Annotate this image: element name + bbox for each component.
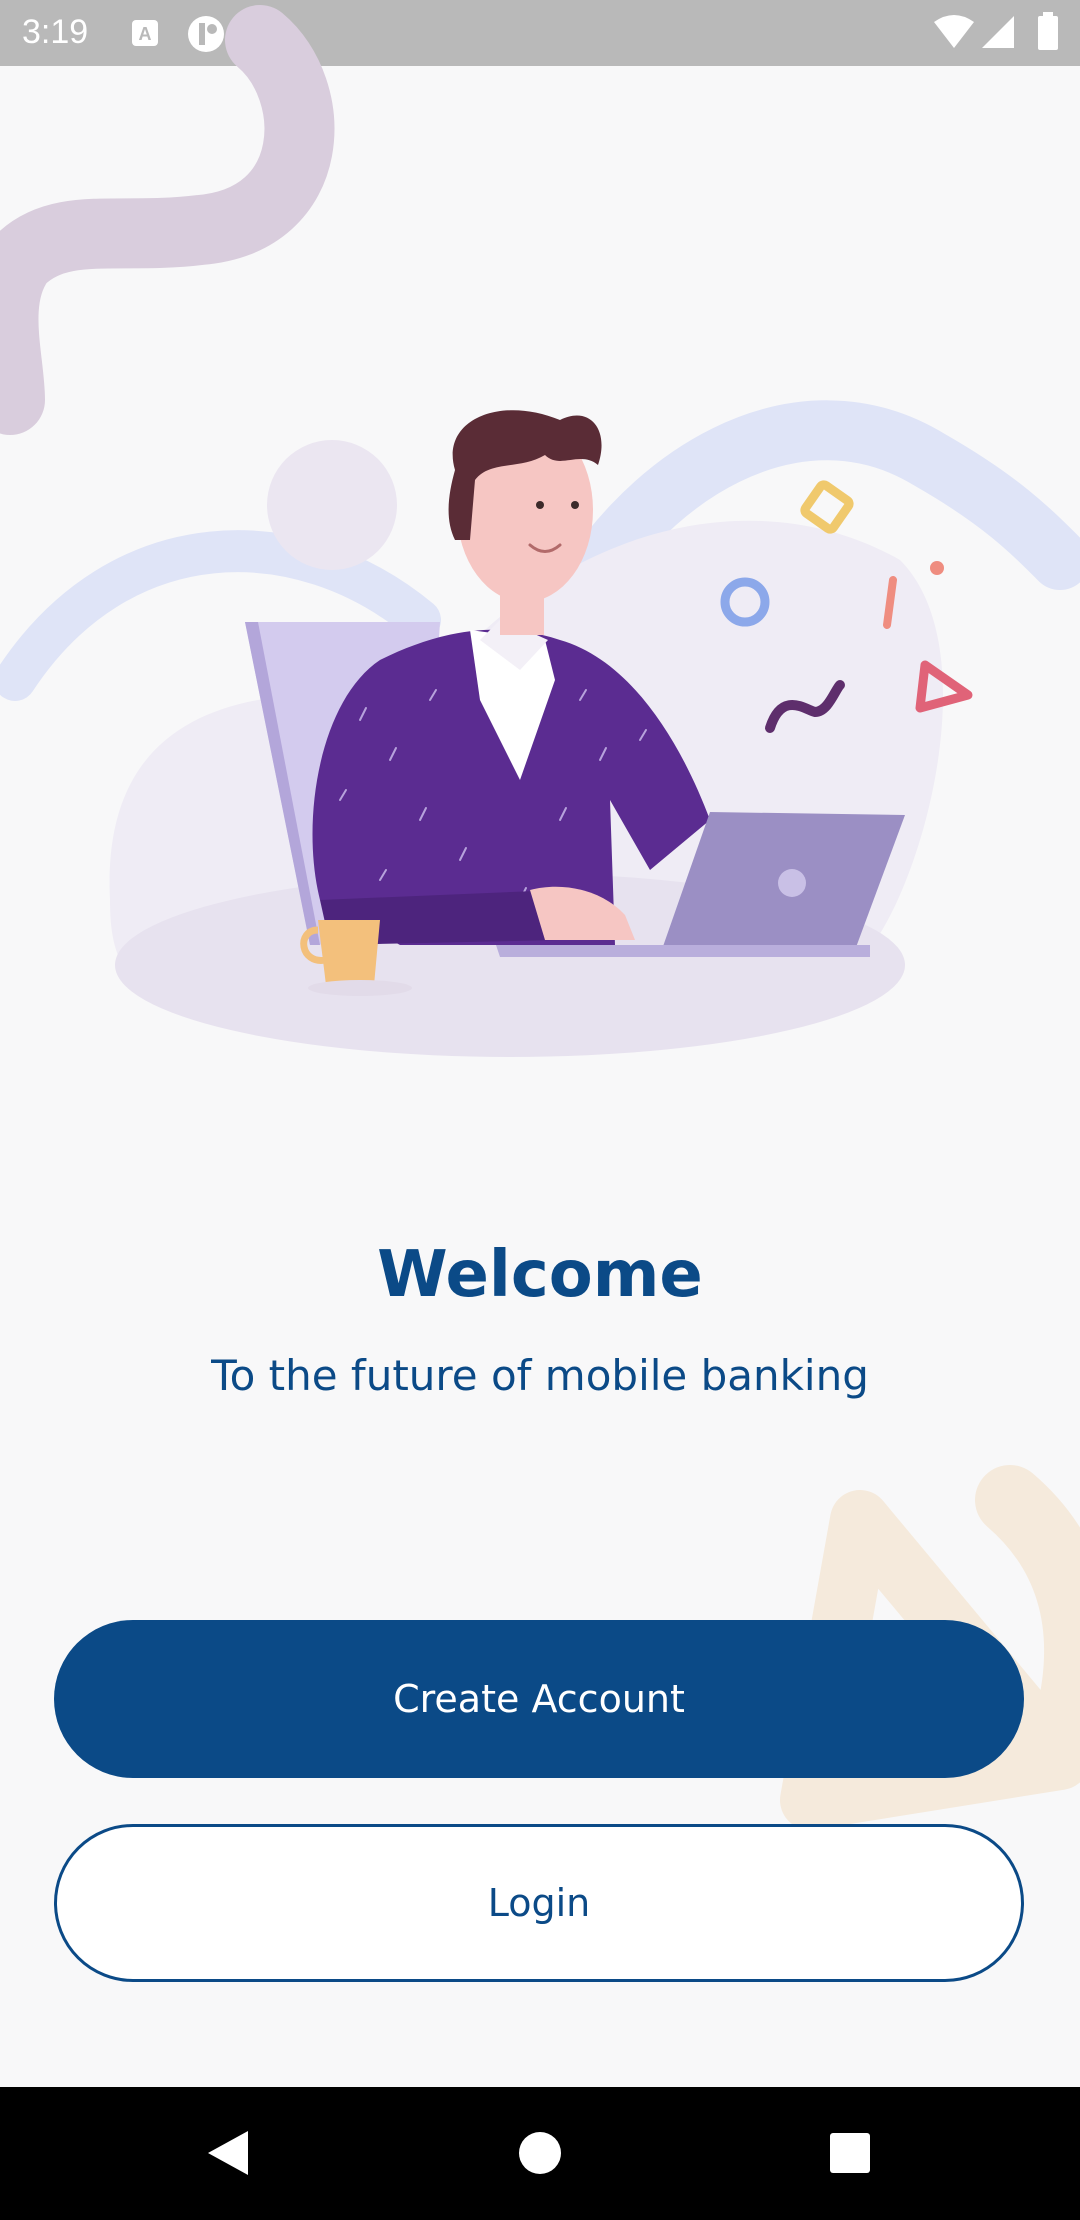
navigation-bar — [0, 2087, 1080, 2220]
login-button[interactable]: Login — [54, 1824, 1024, 1982]
create-account-label: Create Account — [393, 1677, 685, 1721]
login-label: Login — [487, 1881, 591, 1925]
welcome-title: Welcome — [377, 1238, 703, 1312]
create-account-button[interactable]: Create Account — [54, 1620, 1024, 1778]
hero-illustration — [0, 400, 1080, 1057]
back-icon[interactable] — [200, 2123, 260, 2183]
recents-icon[interactable] — [820, 2123, 880, 2183]
home-icon[interactable] — [510, 2123, 570, 2183]
welcome-subtitle: To the future of mobile banking — [211, 1351, 869, 1400]
